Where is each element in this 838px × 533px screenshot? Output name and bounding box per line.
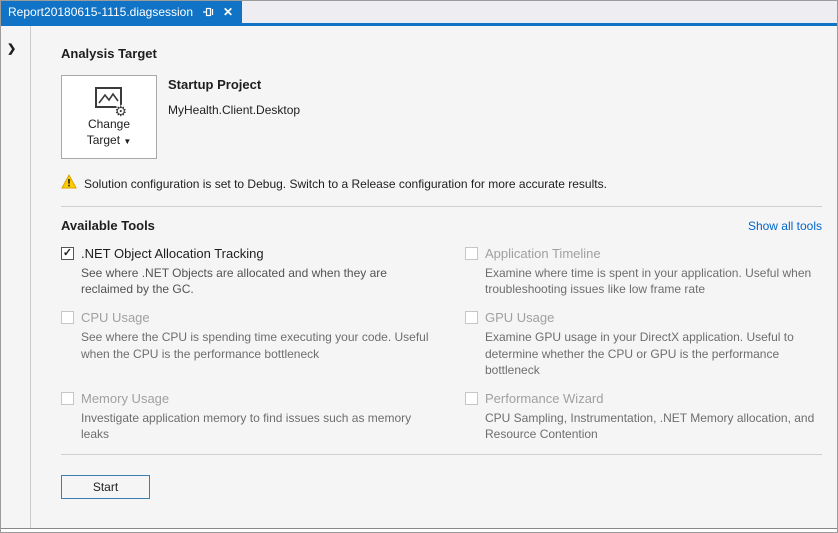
- tools-grid: ✓ .NET Object Allocation Tracking See wh…: [61, 246, 822, 442]
- warning-triangle-icon: [61, 173, 77, 194]
- tool-head: Application Timeline: [465, 246, 822, 261]
- start-button[interactable]: Start: [61, 475, 150, 500]
- show-all-tools-link[interactable]: Show all tools: [748, 219, 822, 233]
- target-row: ⚙ Change Target ▼ Startup Project MyHeal…: [61, 75, 822, 159]
- tool-cpu-usage: CPU Usage See where the CPU is spending …: [61, 310, 437, 378]
- analysis-target-heading: Analysis Target: [61, 46, 157, 61]
- tool-head: Memory Usage: [61, 391, 437, 406]
- warning-text: Solution configuration is set to Debug. …: [84, 177, 607, 191]
- gpu-usage-checkbox[interactable]: [465, 311, 478, 325]
- cpu-usage-checkbox[interactable]: [61, 311, 74, 325]
- tool-net-object-allocation-tracking: ✓ .NET Object Allocation Tracking See wh…: [61, 246, 437, 297]
- change-target-label: Change Target ▼: [86, 116, 132, 147]
- net-object-allocation-checkbox[interactable]: ✓: [61, 247, 74, 260]
- tool-head: ✓ .NET Object Allocation Tracking: [61, 246, 437, 261]
- tool-label[interactable]: .NET Object Allocation Tracking: [81, 246, 264, 261]
- tool-application-timeline: Application Timeline Examine where time …: [465, 246, 822, 297]
- memory-usage-checkbox[interactable]: [61, 391, 74, 405]
- change-target-button[interactable]: ⚙ Change Target ▼: [61, 75, 157, 159]
- divider: [61, 206, 822, 207]
- tool-description: Examine where time is spent in your appl…: [485, 266, 812, 297]
- target-info: Startup Project MyHealth.Client.Desktop: [168, 75, 300, 159]
- window-bottom-edge: [1, 528, 837, 532]
- target-project-name: MyHealth.Client.Desktop: [168, 103, 301, 117]
- tool-performance-wizard: Performance Wizard CPU Sampling, Instrum…: [465, 391, 822, 442]
- tool-label: Application Timeline: [485, 246, 601, 261]
- tool-description: Examine GPU usage in your DirectX applic…: [485, 330, 794, 377]
- configuration-warning: Solution configuration is set to Debug. …: [61, 173, 822, 194]
- tool-label: Memory Usage: [81, 390, 170, 406]
- document-tab-strip: Report20180615-1115.diagsession ✕: [1, 1, 837, 23]
- gear-icon: ⚙: [114, 102, 127, 119]
- available-tools-header: Available Tools Show all tools: [61, 218, 822, 233]
- diagnostics-window: Report20180615-1115.diagsession ✕ ❯ Anal…: [0, 0, 838, 533]
- divider: [61, 454, 822, 456]
- target-type-heading: Startup Project: [168, 77, 262, 92]
- diagsession-launch-page: Analysis Target ⚙ Change Target ▼ Startu…: [31, 26, 837, 528]
- available-tools-heading: Available Tools: [61, 218, 155, 233]
- dropdown-caret-icon: ▼: [123, 136, 132, 146]
- tab-diagsession[interactable]: Report20180615-1115.diagsession ✕: [1, 1, 243, 23]
- tool-head: Performance Wizard: [465, 391, 822, 406]
- start-row: Start: [61, 475, 822, 500]
- pin-icon[interactable]: [202, 6, 214, 18]
- content-area: ❯ Analysis Target ⚙ Change Target ▼ Star…: [1, 26, 837, 528]
- tool-description: CPU Sampling, Instrumentation, .NET Memo…: [485, 410, 815, 442]
- expand-panel-chevron-icon[interactable]: ❯: [7, 42, 30, 55]
- tool-head: CPU Usage: [61, 310, 437, 325]
- application-timeline-checkbox[interactable]: [465, 247, 478, 260]
- tool-label: GPU Usage: [485, 310, 555, 326]
- tool-label: Performance Wizard: [485, 390, 604, 406]
- tab-title: Report20180615-1115.diagsession: [8, 5, 194, 19]
- tool-description: See where the CPU is spending time execu…: [81, 330, 429, 361]
- tool-head: GPU Usage: [465, 310, 822, 325]
- target-image-gear-icon: ⚙: [94, 86, 127, 118]
- tool-gpu-usage: GPU Usage Examine GPU usage in your Dire…: [465, 310, 822, 378]
- tool-description: See where .NET Objects are allocated and…: [81, 266, 387, 297]
- collapsed-side-panel: ❯: [1, 26, 31, 528]
- tool-description: Investigate application memory to find i…: [81, 410, 412, 442]
- tool-label: CPU Usage: [81, 310, 150, 326]
- tool-memory-usage: Memory Usage Investigate application mem…: [61, 391, 437, 442]
- close-icon[interactable]: ✕: [223, 6, 233, 18]
- performance-wizard-checkbox[interactable]: [465, 391, 478, 405]
